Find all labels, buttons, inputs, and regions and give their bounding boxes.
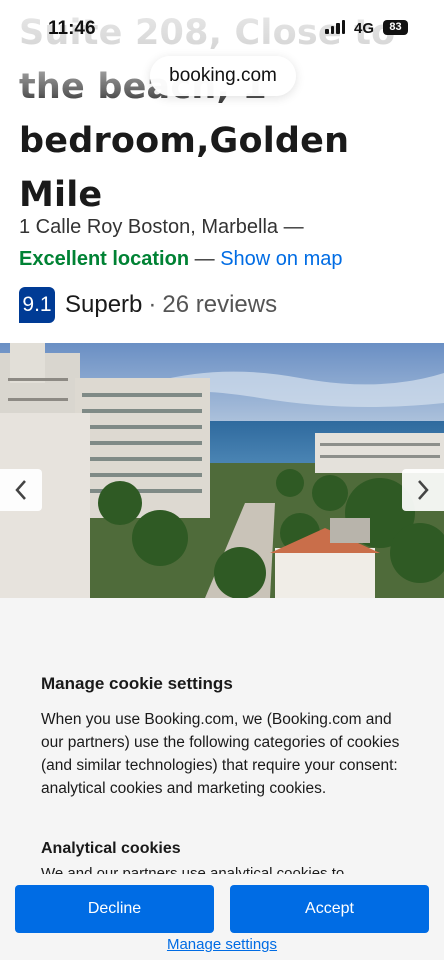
status-bar: 11:46 4G 83 [0, 0, 444, 56]
address-text: 1 Calle Roy Boston, Marbella [19, 216, 279, 238]
gallery-next-button[interactable] [402, 469, 444, 511]
address-separator: — [283, 216, 304, 238]
analytical-cookies-text: We and our partners use analytical cooki… [41, 865, 345, 874]
network-type: 4G [354, 20, 375, 37]
accept-button[interactable]: Accept [230, 885, 429, 933]
cookie-title: Manage cookie settings [41, 674, 233, 693]
location-rating-label: Excellent location [19, 248, 190, 270]
gallery-prev-button[interactable] [0, 469, 42, 511]
decline-button[interactable]: Decline [15, 885, 214, 933]
location-line: Excellent location — Show on map [19, 248, 342, 271]
property-address: 1 Calle Roy Boston, Marbella — [19, 216, 304, 239]
url-bar[interactable]: booking.com [150, 56, 296, 96]
chevron-right-icon [418, 480, 429, 500]
separator-dot: · [148, 291, 157, 318]
status-time: 11:46 [48, 18, 96, 39]
rating-row[interactable]: 9.1 Superb · 26 reviews [19, 287, 277, 323]
location-separator: — [194, 248, 215, 270]
review-score-badge: 9.1 [19, 287, 55, 323]
show-on-map-link[interactable]: Show on map [220, 248, 342, 270]
cookie-description: When you use Booking.com, we (Booking.co… [41, 711, 400, 797]
battery-icon: 83 [383, 20, 408, 35]
signal-icon [325, 20, 345, 34]
manage-settings-link[interactable]: Manage settings [0, 936, 444, 953]
property-photo-image [0, 343, 444, 598]
review-score-word: Superb [65, 291, 143, 318]
property-photo[interactable] [0, 343, 444, 598]
review-count: 26 reviews [162, 291, 278, 318]
chevron-left-icon [15, 480, 26, 500]
analytical-cookies-heading: Analytical cookies [41, 840, 181, 857]
